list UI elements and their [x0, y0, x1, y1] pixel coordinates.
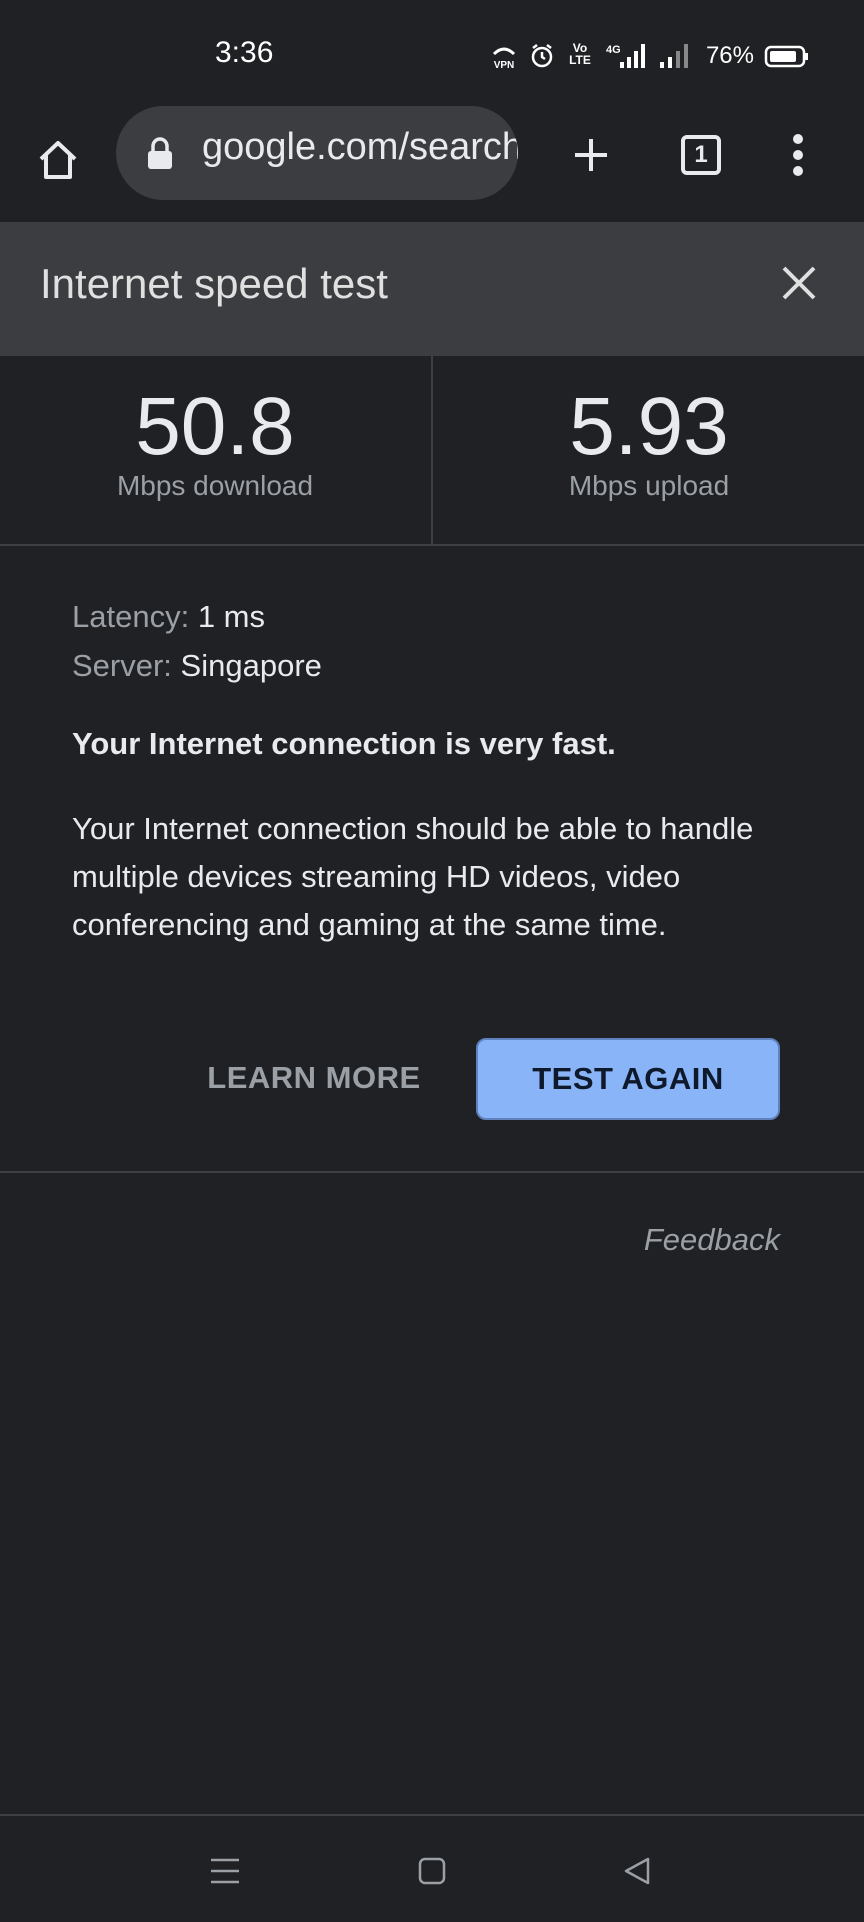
- recents-button[interactable]: [200, 1846, 250, 1896]
- latency-label: Latency:: [72, 599, 190, 634]
- download-value: 50.8: [135, 381, 295, 472]
- close-icon: [782, 266, 816, 300]
- url-bar[interactable]: google.com/search: [116, 106, 518, 200]
- upload-metric: 5.93 Mbps upload: [434, 384, 864, 502]
- status-icons: VPN Vo LTE 4G 76%: [490, 38, 810, 74]
- url-text: google.com/search: [202, 126, 518, 168]
- tab-count: 1: [694, 141, 708, 168]
- test-again-button[interactable]: TEST AGAIN: [476, 1038, 780, 1120]
- result-headline: Your Internet connection is very fast.: [72, 726, 616, 761]
- signal-icon: [658, 42, 692, 70]
- speed-test-header: Internet speed test: [0, 222, 864, 356]
- server-value: Singapore: [180, 648, 322, 683]
- system-nav-bar: [0, 1814, 864, 1922]
- home-icon: [39, 141, 77, 179]
- volte-icon: Vo LTE: [566, 42, 594, 70]
- upload-unit: Mbps upload: [568, 470, 730, 501]
- vpn-label: VPN: [494, 60, 515, 70]
- alarm-icon: [528, 42, 556, 70]
- menu-icon: [211, 1858, 239, 1884]
- home-square-icon: [418, 1857, 446, 1885]
- upload-value: 5.93: [569, 381, 729, 472]
- volte-label: Vo LTE: [569, 41, 591, 67]
- plus-icon: [575, 139, 607, 171]
- more-vert-icon: [793, 134, 803, 176]
- more-menu-button[interactable]: [770, 124, 826, 186]
- download-unit: Mbps download: [116, 470, 314, 501]
- result-description: Your Internet connection should be able …: [72, 811, 754, 942]
- learn-more-button[interactable]: LEARN MORE: [198, 1038, 430, 1118]
- results-divider: [431, 356, 433, 544]
- new-tab-button[interactable]: [560, 124, 622, 186]
- download-metric: 50.8 Mbps download: [0, 384, 430, 502]
- latency-value: 1 ms: [197, 599, 266, 634]
- vpn-icon: VPN: [490, 42, 518, 71]
- speed-results: 50.8 Mbps download 5.93 Mbps upload: [0, 356, 864, 546]
- card-divider: [0, 1171, 864, 1173]
- battery-percent: 76%: [705, 42, 754, 69]
- tabs-icon: 1: [681, 135, 721, 175]
- network-label: 4G: [606, 44, 621, 56]
- server-row: Server: Singapore: [72, 641, 792, 690]
- status-time: 3:36: [215, 36, 274, 69]
- card-title: Internet speed test: [40, 260, 388, 307]
- lock-icon: [148, 137, 172, 169]
- feedback-link[interactable]: Feedback: [644, 1222, 780, 1258]
- back-icon: [624, 1857, 650, 1885]
- server-label: Server:: [72, 648, 172, 683]
- 4g-signal-icon: 4G: [604, 42, 648, 70]
- tab-switcher-button[interactable]: 1: [670, 124, 732, 186]
- battery-icon: [764, 42, 810, 70]
- latency-row: Latency: 1 ms: [72, 592, 792, 641]
- home-button[interactable]: [28, 130, 88, 190]
- home-nav-button[interactable]: [407, 1846, 457, 1896]
- test-details: Latency: 1 ms Server: Singapore: [72, 592, 792, 690]
- status-bar: 3:36 VPN Vo LTE 4G 76%: [0, 0, 864, 100]
- browser-toolbar: google.com/search 1: [0, 100, 864, 222]
- back-nav-button[interactable]: [612, 1846, 662, 1896]
- close-button[interactable]: [774, 258, 824, 308]
